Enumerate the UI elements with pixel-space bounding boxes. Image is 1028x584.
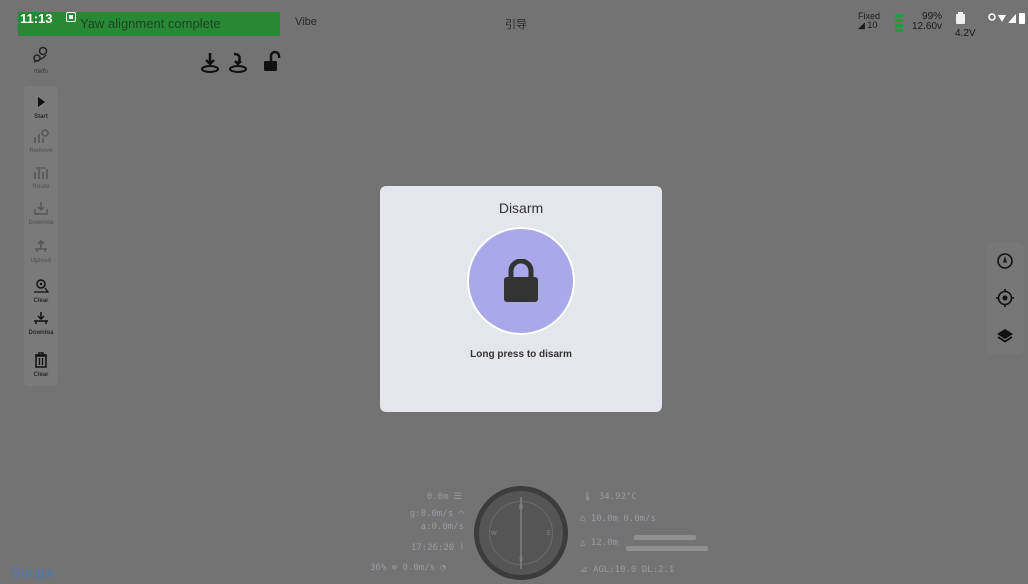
upload-icon [35, 239, 47, 252]
temperature-readout: 🌡 34.92°C [582, 492, 637, 502]
gps-status: Fixed ◢ 10 [858, 11, 881, 30]
signal-bars-icon [895, 14, 903, 34]
lock-icon [504, 259, 538, 302]
throttle-readout: 36% ⊚ 0.0m/s ◔ [370, 563, 446, 573]
upload-mission-button[interactable]: Upload [24, 236, 58, 270]
map-attribution: Google [10, 564, 56, 580]
download-map-icon [34, 312, 48, 324]
map-tools [986, 242, 1024, 354]
clear-mission-button[interactable]: Clear [24, 350, 58, 384]
rc-battery-icon [956, 12, 965, 24]
download-offline-button[interactable]: Downloa [24, 308, 58, 342]
vibe-label[interactable]: Vibe [295, 16, 317, 28]
redacted-value [626, 546, 708, 551]
my-location-icon[interactable] [995, 288, 1015, 308]
land-icon[interactable] [226, 50, 250, 74]
disarm-dialog: Disarm Long press to disarm [380, 186, 662, 412]
system-tray-icons [988, 13, 1025, 24]
unlock-icon[interactable] [260, 50, 284, 74]
route-pin-icon [33, 46, 48, 63]
takeoff-icon[interactable] [198, 50, 222, 74]
mission-toolbar: Start Remove Route Downloa Upload Clear … [24, 86, 58, 386]
remove-waypoint-icon [34, 129, 49, 143]
clock: 11:13 [20, 11, 53, 26]
clear-target-icon [34, 279, 49, 293]
vertical-distance-readout: 0.0m ☰ [426, 492, 462, 502]
home-distance-readout: ⌂ 10.0m 0.0m/s [580, 514, 656, 524]
route-button[interactable]: Route [24, 162, 58, 196]
battery-status: 99% 12.60v [912, 11, 943, 32]
remove-waypoint-button[interactable]: Remove [24, 126, 58, 160]
disarm-hint: Long press to disarm [470, 349, 572, 360]
route-function-button[interactable]: rte/fn [24, 46, 58, 80]
download-mission-button[interactable]: Downloa [24, 198, 58, 232]
altitude-readout: △ 12.0m [580, 538, 618, 548]
play-icon [38, 97, 45, 107]
air-speed-readout: a:0.0m/s [420, 522, 464, 532]
redacted-value [634, 535, 696, 540]
trash-icon [35, 352, 47, 368]
agl-readout: ⊿ AGL:10.0 DL:2.1 [580, 565, 675, 575]
flight-time-readout: 17:26:20 ⌇ [410, 543, 464, 553]
layers-icon[interactable] [995, 326, 1015, 346]
locate-drone-icon[interactable] [995, 251, 1015, 271]
clear-map-button[interactable]: Clear [24, 276, 58, 310]
notification-icon [66, 12, 76, 22]
yaw-alignment-banner: Yaw alignment complete [18, 12, 280, 36]
compass: N E S W [474, 486, 568, 580]
flight-mode-label[interactable]: 引导 [505, 16, 527, 32]
dialog-title: Disarm [498, 200, 544, 216]
ground-speed-readout: g:0.0m/s ◠ [409, 509, 464, 519]
status-bar: Yaw alignment complete 11:13 Vibe 引导 Fix… [0, 0, 1028, 39]
disarm-lock-button[interactable] [467, 227, 575, 335]
route-icon [34, 167, 48, 179]
start-mission-button[interactable]: Start [24, 92, 58, 126]
download-icon [34, 202, 48, 215]
